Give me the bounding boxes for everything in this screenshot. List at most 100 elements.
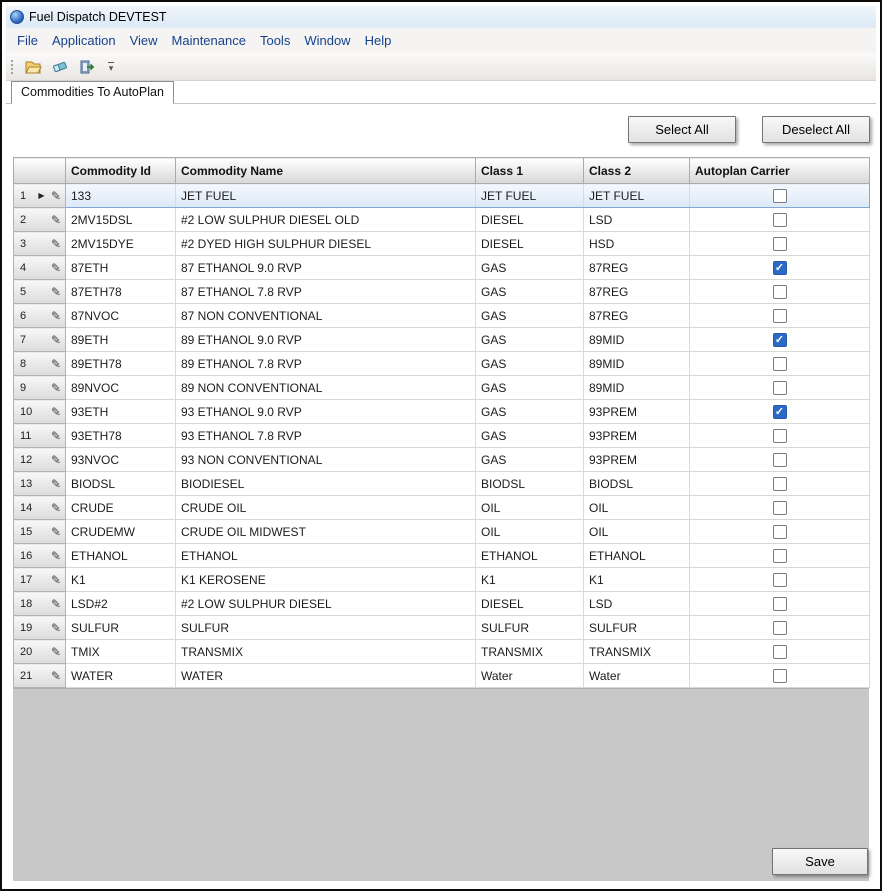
cell-commodity-name[interactable]: 87 NON CONVENTIONAL: [176, 304, 476, 328]
row-header[interactable]: 7✎: [14, 328, 66, 352]
cell-class-1[interactable]: BIODSL: [476, 472, 584, 496]
row-header[interactable]: 12✎: [14, 448, 66, 472]
cell-class-2[interactable]: TRANSMIX: [584, 640, 690, 664]
cell-class-1[interactable]: SULFUR: [476, 616, 584, 640]
cell-commodity-name[interactable]: WATER: [176, 664, 476, 688]
cell-class-2[interactable]: 89MID: [584, 376, 690, 400]
cell-class-1[interactable]: OIL: [476, 520, 584, 544]
exit-icon[interactable]: [75, 56, 98, 78]
cell-class-2[interactable]: Water: [584, 664, 690, 688]
autoplan-checkbox[interactable]: [773, 405, 787, 419]
autoplan-checkbox[interactable]: [773, 333, 787, 347]
cell-commodity-name[interactable]: 89 ETHANOL 9.0 RVP: [176, 328, 476, 352]
cell-class-2[interactable]: 93PREM: [584, 400, 690, 424]
row-header[interactable]: 21✎: [14, 664, 66, 688]
cell-commodity-id[interactable]: K1: [66, 568, 176, 592]
row-header[interactable]: 16✎: [14, 544, 66, 568]
autoplan-checkbox[interactable]: [773, 309, 787, 323]
cell-commodity-name[interactable]: CRUDE OIL: [176, 496, 476, 520]
cell-commodity-id[interactable]: LSD#2: [66, 592, 176, 616]
cell-commodity-id[interactable]: SULFUR: [66, 616, 176, 640]
column-header-class-1[interactable]: Class 1: [476, 158, 584, 184]
cell-commodity-id[interactable]: 2MV15DYE: [66, 232, 176, 256]
autoplan-checkbox[interactable]: [773, 645, 787, 659]
menu-item-application[interactable]: Application: [45, 30, 123, 51]
cell-class-2[interactable]: 93PREM: [584, 424, 690, 448]
cell-commodity-name[interactable]: 89 ETHANOL 7.8 RVP: [176, 352, 476, 376]
autoplan-checkbox[interactable]: [773, 669, 787, 683]
cell-commodity-id[interactable]: 89ETH78: [66, 352, 176, 376]
cell-commodity-id[interactable]: 133: [66, 184, 176, 208]
cell-class-2[interactable]: 87REG: [584, 280, 690, 304]
row-header[interactable]: 8✎: [14, 352, 66, 376]
cell-commodity-name[interactable]: 87 ETHANOL 7.8 RVP: [176, 280, 476, 304]
row-header[interactable]: 17✎: [14, 568, 66, 592]
cell-class-2[interactable]: 89MID: [584, 328, 690, 352]
cell-class-2[interactable]: 93PREM: [584, 448, 690, 472]
row-header[interactable]: 10✎: [14, 400, 66, 424]
cell-class-1[interactable]: GAS: [476, 424, 584, 448]
select-all-button[interactable]: Select All: [628, 116, 736, 143]
cell-class-1[interactable]: DIESEL: [476, 208, 584, 232]
cell-class-2[interactable]: SULFUR: [584, 616, 690, 640]
cell-class-1[interactable]: JET FUEL: [476, 184, 584, 208]
menu-item-view[interactable]: View: [123, 30, 165, 51]
cell-commodity-id[interactable]: 89NVOC: [66, 376, 176, 400]
clear-icon[interactable]: [48, 56, 71, 78]
app-icon[interactable]: [10, 10, 24, 24]
cell-class-2[interactable]: JET FUEL: [584, 184, 690, 208]
cell-class-2[interactable]: 87REG: [584, 256, 690, 280]
autoplan-checkbox[interactable]: [773, 525, 787, 539]
cell-class-1[interactable]: GAS: [476, 280, 584, 304]
cell-commodity-name[interactable]: #2 LOW SULPHUR DIESEL OLD: [176, 208, 476, 232]
cell-class-1[interactable]: GAS: [476, 400, 584, 424]
open-icon[interactable]: [21, 56, 44, 78]
autoplan-checkbox[interactable]: [773, 453, 787, 467]
menu-item-tools[interactable]: Tools: [253, 30, 297, 51]
cell-commodity-name[interactable]: #2 DYED HIGH SULPHUR DIESEL: [176, 232, 476, 256]
cell-commodity-name[interactable]: SULFUR: [176, 616, 476, 640]
cell-commodity-name[interactable]: 93 ETHANOL 9.0 RVP: [176, 400, 476, 424]
cell-commodity-id[interactable]: CRUDE: [66, 496, 176, 520]
row-header[interactable]: 5✎: [14, 280, 66, 304]
title-bar[interactable]: Fuel Dispatch DEVTEST: [6, 6, 876, 28]
cell-commodity-name[interactable]: BIODIESEL: [176, 472, 476, 496]
row-header[interactable]: 19✎: [14, 616, 66, 640]
column-header-class-2[interactable]: Class 2: [584, 158, 690, 184]
row-header[interactable]: 13✎: [14, 472, 66, 496]
menu-item-help[interactable]: Help: [358, 30, 399, 51]
cell-commodity-id[interactable]: BIODSL: [66, 472, 176, 496]
cell-class-2[interactable]: LSD: [584, 208, 690, 232]
cell-class-1[interactable]: GAS: [476, 256, 584, 280]
cell-commodity-id[interactable]: WATER: [66, 664, 176, 688]
cell-commodity-id[interactable]: 87ETH78: [66, 280, 176, 304]
autoplan-checkbox[interactable]: [773, 597, 787, 611]
toolbar-grip-handle[interactable]: [10, 59, 14, 75]
cell-commodity-name[interactable]: 93 NON CONVENTIONAL: [176, 448, 476, 472]
row-header[interactable]: 2✎: [14, 208, 66, 232]
menu-item-window[interactable]: Window: [297, 30, 357, 51]
autoplan-checkbox[interactable]: [773, 357, 787, 371]
cell-class-1[interactable]: GAS: [476, 448, 584, 472]
menu-item-file[interactable]: File: [10, 30, 45, 51]
cell-commodity-name[interactable]: JET FUEL: [176, 184, 476, 208]
autoplan-checkbox[interactable]: [773, 213, 787, 227]
cell-class-1[interactable]: DIESEL: [476, 232, 584, 256]
row-header[interactable]: 14✎: [14, 496, 66, 520]
cell-class-2[interactable]: K1: [584, 568, 690, 592]
menu-item-maintenance[interactable]: Maintenance: [165, 30, 253, 51]
autoplan-checkbox[interactable]: [773, 429, 787, 443]
cell-class-1[interactable]: K1: [476, 568, 584, 592]
row-header[interactable]: 15✎: [14, 520, 66, 544]
toolbar-overflow-icon[interactable]: ▾: [104, 60, 118, 74]
tab-commodities-to-autoplan[interactable]: Commodities To AutoPlan: [11, 81, 174, 104]
column-header-commodity-name[interactable]: Commodity Name: [176, 158, 476, 184]
cell-commodity-name[interactable]: TRANSMIX: [176, 640, 476, 664]
column-header-commodity-id[interactable]: Commodity Id: [66, 158, 176, 184]
row-header[interactable]: 18✎: [14, 592, 66, 616]
cell-class-2[interactable]: BIODSL: [584, 472, 690, 496]
cell-commodity-id[interactable]: 2MV15DSL: [66, 208, 176, 232]
autoplan-checkbox[interactable]: [773, 261, 787, 275]
autoplan-checkbox[interactable]: [773, 477, 787, 491]
column-header-autoplan-carrier[interactable]: Autoplan Carrier: [690, 158, 870, 184]
